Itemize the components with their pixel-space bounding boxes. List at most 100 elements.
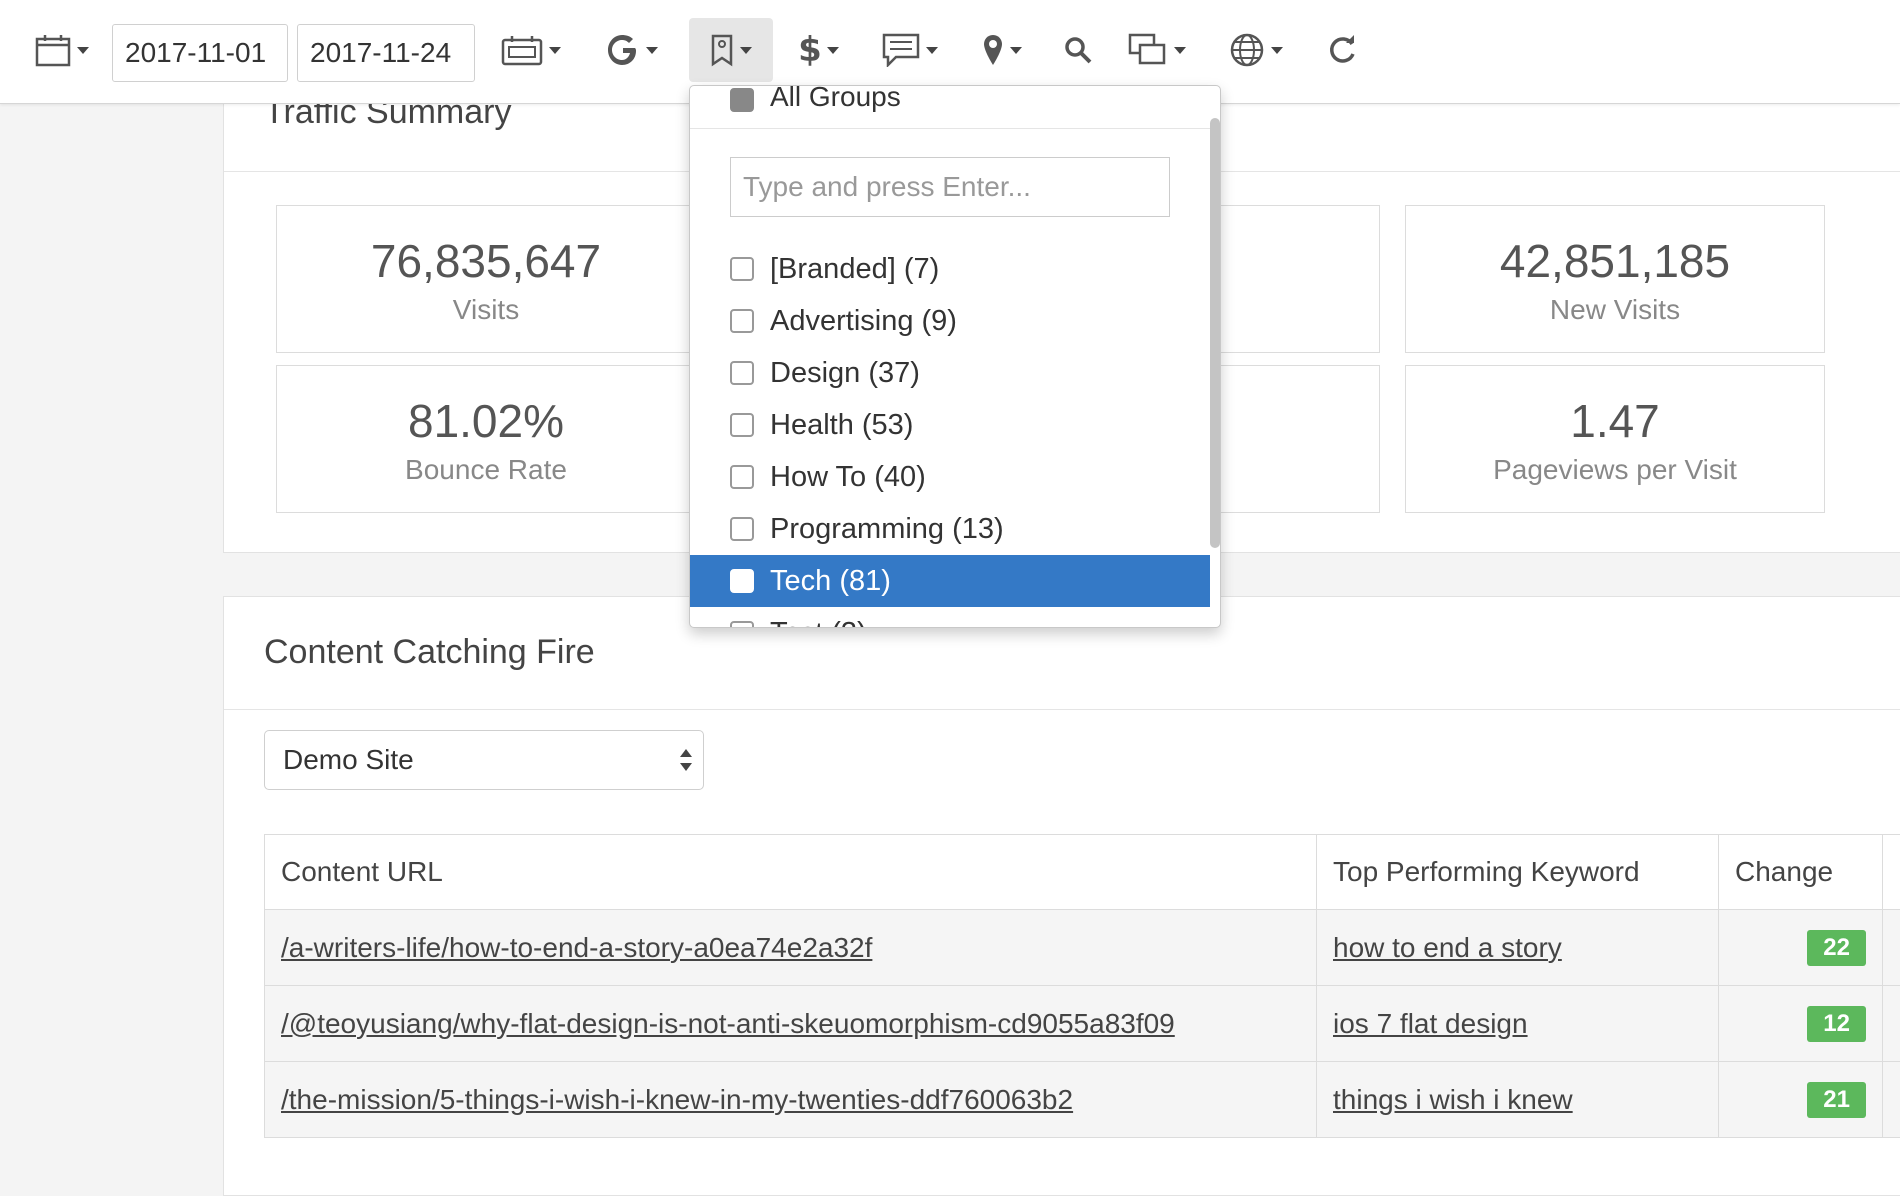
- location-icon: [982, 33, 1004, 67]
- date-range-icon: [501, 34, 543, 66]
- option-label: Programming (13): [770, 513, 1004, 545]
- select-arrows-icon: [679, 747, 693, 775]
- stat-value: 76,835,647: [277, 234, 695, 288]
- search-button[interactable]: [1060, 18, 1096, 82]
- group-option[interactable]: How To (40): [690, 451, 1210, 503]
- google-button[interactable]: [600, 18, 664, 82]
- stat-pageviews: 1.47 Pageviews per Visit: [1405, 365, 1825, 513]
- chevron-down-icon: [549, 47, 561, 54]
- stat-new-visits: 42,851,185 New Visits: [1405, 205, 1825, 353]
- all-groups-option[interactable]: All Groups: [690, 85, 1220, 128]
- group-option[interactable]: [Branded] (7): [690, 243, 1210, 295]
- change-badge: 22: [1807, 930, 1866, 966]
- tag-icon: [710, 32, 734, 68]
- search-icon: [1063, 35, 1093, 65]
- calendar-button[interactable]: [28, 18, 96, 82]
- chevron-down-icon: [926, 47, 938, 54]
- option-label: All Groups: [770, 85, 901, 112]
- groups-button[interactable]: [689, 18, 773, 82]
- group-option[interactable]: Advertising (9): [690, 295, 1210, 347]
- content-url-link[interactable]: /a-writers-life/how-to-end-a-story-a0ea7…: [281, 932, 872, 963]
- cost-button[interactable]: $: [793, 18, 845, 82]
- chevron-down-icon: [77, 47, 89, 54]
- dropdown-scrollbar[interactable]: [1210, 118, 1220, 548]
- table-row: /a-writers-life/how-to-end-a-story-a0ea7…: [265, 910, 1900, 986]
- refresh-icon: [1326, 34, 1358, 66]
- location-button[interactable]: [977, 18, 1027, 82]
- option-label: [Branded] (7): [770, 253, 939, 285]
- column-header[interactable]: Content URL: [265, 835, 1317, 910]
- option-label: How To (40): [770, 461, 926, 493]
- checkbox[interactable]: [730, 465, 754, 489]
- site-select-value: Demo Site: [283, 744, 414, 775]
- site-select[interactable]: Demo Site: [264, 730, 704, 790]
- stat-value: 81.02%: [277, 394, 695, 448]
- globe-icon: [1229, 32, 1265, 68]
- date-range-button[interactable]: [496, 18, 566, 82]
- checkbox[interactable]: [730, 309, 754, 333]
- column-header: [1883, 835, 1900, 910]
- table-header-row: Content URL Top Performing Keyword Chang…: [265, 835, 1900, 910]
- group-option[interactable]: Design (37): [690, 347, 1210, 399]
- devices-icon: [1128, 33, 1168, 67]
- notes-button[interactable]: [878, 18, 942, 82]
- start-date-input[interactable]: 2017-11-01: [112, 24, 288, 82]
- group-option[interactable]: Programming (13): [690, 503, 1210, 555]
- content-url-link[interactable]: /the-mission/5-things-i-wish-i-knew-in-m…: [281, 1084, 1073, 1115]
- stat-visits: 76,835,647 Visits: [276, 205, 696, 353]
- refresh-button[interactable]: [1324, 18, 1360, 82]
- stat-value: 42,851,185: [1406, 234, 1824, 288]
- content-table: Content URL Top Performing Keyword Chang…: [264, 834, 1900, 1138]
- content-url-link[interactable]: /@teoyusiang/why-flat-design-is-not-anti…: [281, 1008, 1175, 1039]
- end-date-input[interactable]: 2017-11-24: [297, 24, 475, 82]
- svg-text:$: $: [799, 31, 821, 69]
- stat-label: Visits: [277, 294, 695, 326]
- group-option[interactable]: Health (53): [690, 399, 1210, 451]
- group-option[interactable]: Test (3): [690, 607, 1210, 628]
- column-header[interactable]: Change: [1719, 835, 1883, 910]
- language-button[interactable]: [1224, 18, 1288, 82]
- checkbox[interactable]: [730, 361, 754, 385]
- checkbox[interactable]: [730, 413, 754, 437]
- checkbox[interactable]: [730, 517, 754, 541]
- chevron-down-icon: [1010, 47, 1022, 54]
- keyword-link[interactable]: things i wish i knew: [1333, 1084, 1573, 1115]
- option-label: Advertising (9): [770, 305, 957, 337]
- stat-label: Pageviews per Visit: [1406, 454, 1824, 486]
- option-label: Test (3): [770, 617, 867, 628]
- chevron-down-icon: [740, 47, 752, 54]
- change-badge: 12: [1807, 1006, 1866, 1042]
- table-row: /the-mission/5-things-i-wish-i-knew-in-m…: [265, 1062, 1900, 1138]
- stat-label: Bounce Rate: [277, 454, 695, 486]
- calendar-icon: [35, 33, 71, 67]
- checkbox[interactable]: [730, 621, 754, 628]
- chevron-down-icon: [1271, 47, 1283, 54]
- table-row: /@teoyusiang/why-flat-design-is-not-anti…: [265, 986, 1900, 1062]
- stat-label: New Visits: [1406, 294, 1824, 326]
- chevron-down-icon: [1174, 47, 1186, 54]
- option-label: Tech (81): [770, 565, 891, 597]
- keyword-link[interactable]: how to end a story: [1333, 932, 1562, 963]
- option-label: Health (53): [770, 409, 913, 441]
- comment-icon: [882, 33, 920, 67]
- checkbox[interactable]: [730, 88, 754, 112]
- column-header[interactable]: Top Performing Keyword: [1317, 835, 1719, 910]
- checkbox[interactable]: [730, 257, 754, 281]
- devices-button[interactable]: [1126, 18, 1188, 82]
- google-icon: [606, 33, 640, 67]
- group-option-selected[interactable]: Tech (81): [690, 555, 1210, 607]
- checkbox[interactable]: [730, 569, 754, 593]
- stat-bounce-rate: 81.02% Bounce Rate: [276, 365, 696, 513]
- divider: [690, 128, 1220, 129]
- divider: [224, 709, 1900, 710]
- change-badge: 21: [1807, 1082, 1866, 1118]
- groups-dropdown: All Groups [Branded] (7) Advertising (9)…: [689, 85, 1221, 628]
- keyword-link[interactable]: ios 7 flat design: [1333, 1008, 1528, 1039]
- chevron-down-icon: [827, 47, 839, 54]
- panel-title: Content Catching Fire: [264, 633, 595, 672]
- option-label: Design (37): [770, 357, 920, 389]
- group-search-input[interactable]: [730, 157, 1170, 217]
- chevron-down-icon: [646, 47, 658, 54]
- stat-value: 1.47: [1406, 394, 1824, 448]
- dollar-icon: $: [799, 31, 821, 69]
